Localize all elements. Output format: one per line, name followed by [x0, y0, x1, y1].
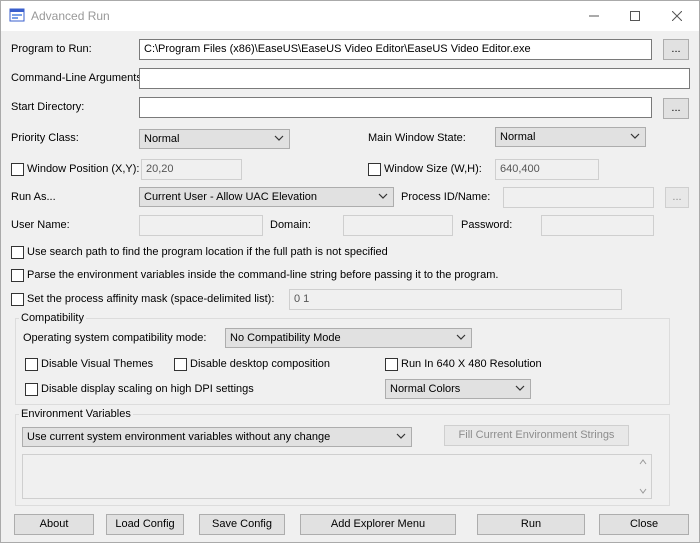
domain-input[interactable]	[343, 215, 453, 236]
startdir-browse-button[interactable]: ...	[663, 98, 689, 119]
chevron-down-icon	[630, 133, 640, 139]
minimize-icon	[589, 15, 599, 17]
program-label: Program to Run:	[11, 43, 92, 55]
disable-dpi-label: Disable display scaling on high DPI sett…	[41, 383, 254, 395]
chevron-down-icon	[396, 433, 406, 439]
mainwin-value: Normal	[500, 131, 536, 143]
run-640-checkbox[interactable]	[385, 358, 398, 371]
compatibility-group-label: Compatibility	[19, 311, 86, 325]
save-config-button[interactable]: Save Config	[199, 514, 285, 535]
window-title: Advanced Run	[31, 9, 110, 23]
title-bar: Advanced Run	[1, 1, 699, 31]
app-icon	[9, 8, 25, 22]
affinity-label: Set the process affinity mask (space-del…	[27, 293, 275, 305]
startdir-input[interactable]	[139, 97, 652, 118]
program-input[interactable]: C:\Program Files (x86)\EaseUS\EaseUS Vid…	[139, 39, 652, 60]
chevron-down-icon	[378, 193, 388, 199]
disable-dpi-checkbox[interactable]	[25, 383, 38, 396]
disable-desktop-label: Disable desktop composition	[190, 358, 331, 370]
chevron-down-icon	[515, 385, 525, 391]
disable-themes-checkbox[interactable]	[25, 358, 38, 371]
password-input[interactable]	[541, 215, 654, 236]
fill-env-button[interactable]: Fill Current Environment Strings	[444, 425, 629, 446]
maximize-button[interactable]	[612, 1, 658, 31]
run-button[interactable]: Run	[477, 514, 585, 535]
affinity-input[interactable]: 0 1	[289, 289, 622, 310]
disable-desktop-checkbox[interactable]	[174, 358, 187, 371]
winsize-input[interactable]: 640,400	[495, 159, 599, 180]
runas-label: Run As...	[11, 191, 56, 203]
load-config-button[interactable]: Load Config	[106, 514, 184, 535]
add-explorer-menu-button[interactable]: Add Explorer Menu	[300, 514, 456, 535]
pid-browse-button[interactable]: ...	[665, 187, 689, 208]
parse-env-checkbox[interactable]	[11, 269, 24, 282]
cmdline-input[interactable]	[139, 68, 690, 89]
about-button[interactable]: About	[14, 514, 94, 535]
program-browse-button[interactable]: ...	[663, 39, 689, 60]
priority-value: Normal	[144, 133, 180, 145]
close-window-button[interactable]	[654, 1, 700, 31]
password-label: Password:	[461, 219, 513, 231]
scroll-up-icon	[639, 459, 647, 465]
search-path-checkbox[interactable]	[11, 246, 24, 259]
close-button[interactable]: Close	[599, 514, 689, 535]
colors-select[interactable]: Normal Colors	[385, 379, 531, 399]
chevron-down-icon	[456, 334, 466, 340]
search-path-label: Use search path to find the program loca…	[27, 246, 388, 258]
run-640-label: Run In 640 X 480 Resolution	[401, 358, 542, 370]
colors-value: Normal Colors	[390, 383, 461, 395]
priority-select[interactable]: Normal	[139, 129, 290, 149]
winsize-label: Window Size (W,H):	[384, 163, 482, 175]
pid-input[interactable]	[503, 187, 654, 208]
maximize-icon	[630, 11, 640, 21]
priority-label: Priority Class:	[11, 132, 79, 144]
compat-mode-label: Operating system compatibility mode:	[23, 332, 207, 344]
runas-select[interactable]: Current User - Allow UAC Elevation	[139, 187, 394, 207]
parse-env-label: Parse the environment variables inside t…	[27, 269, 499, 281]
mainwin-select[interactable]: Normal	[495, 127, 646, 147]
chevron-down-icon	[274, 135, 284, 141]
disable-themes-label: Disable Visual Themes	[41, 358, 154, 370]
scroll-down-icon	[639, 488, 647, 494]
winpos-label: Window Position (X,Y):	[27, 163, 140, 175]
env-scrollbar[interactable]	[635, 455, 651, 498]
winsize-checkbox[interactable]	[368, 163, 381, 176]
advanced-run-window: Advanced Run Program to Run: C:\Program …	[0, 0, 700, 543]
runas-value: Current User - Allow UAC Elevation	[144, 191, 318, 203]
username-label: User Name:	[11, 219, 70, 231]
env-mode-select[interactable]: Use current system environment variables…	[22, 427, 412, 447]
affinity-checkbox[interactable]	[11, 293, 24, 306]
pid-label: Process ID/Name:	[401, 191, 491, 203]
domain-label: Domain:	[270, 219, 311, 231]
environment-group-label: Environment Variables	[19, 407, 133, 421]
winpos-checkbox[interactable]	[11, 163, 24, 176]
minimize-button[interactable]	[571, 1, 617, 31]
env-textarea[interactable]	[22, 454, 652, 499]
close-icon	[672, 11, 682, 21]
env-mode-value: Use current system environment variables…	[27, 431, 331, 443]
compat-mode-value: No Compatibility Mode	[230, 332, 341, 344]
cmdline-label: Command-Line Arguments:	[11, 72, 145, 84]
mainwin-label: Main Window State:	[368, 132, 466, 144]
winpos-input[interactable]: 20,20	[141, 159, 242, 180]
username-input[interactable]	[139, 215, 263, 236]
startdir-label: Start Directory:	[11, 101, 85, 113]
compat-mode-select[interactable]: No Compatibility Mode	[225, 328, 472, 348]
